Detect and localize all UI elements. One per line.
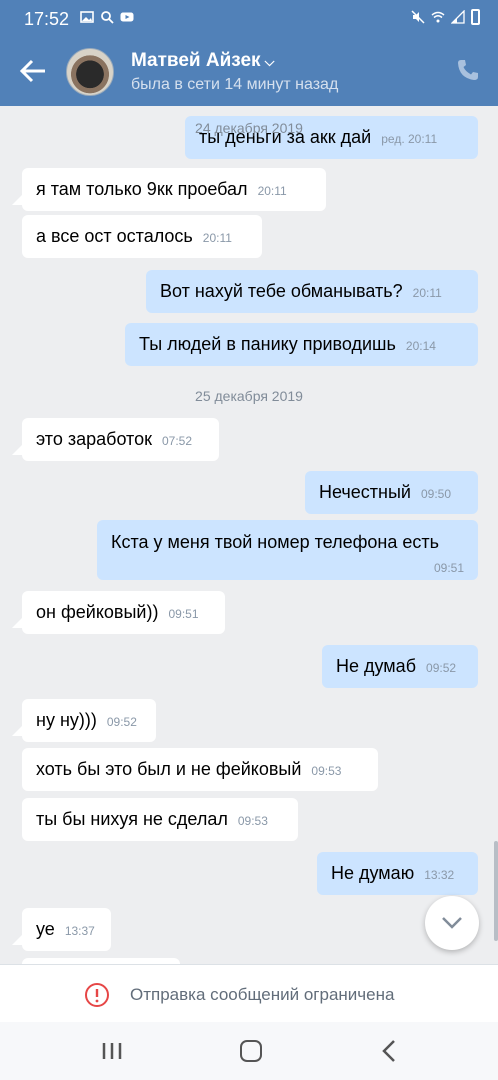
system-nav-bar [0,1022,498,1080]
last-seen: была в сети 14 минут назад [131,76,339,93]
avatar[interactable] [66,48,114,96]
message-bubble-out[interactable]: Не думаб 09:52 [322,645,478,688]
message-time: 09:52 [106,715,137,729]
message-text: Кста у меня твой номер телефона есть [111,532,440,552]
message-bubble-in[interactable]: я там только 9кк проебал 20:11 [22,168,326,211]
wifi-icon [431,11,445,23]
message-time: 09:51 [168,607,199,621]
message-text: Нечестный [319,482,411,502]
message-text: уе [36,919,55,939]
message-time: 09:53 [237,814,268,828]
message-text: это заработок [36,429,152,449]
message-text: хоть бы это был и не фейковый [36,759,302,779]
recent-apps-icon[interactable] [101,1041,123,1061]
message-bubble-out[interactable]: Нечестный 09:50 [305,471,478,514]
nav-back-icon[interactable] [380,1039,400,1063]
home-icon[interactable] [240,1040,262,1062]
message-time: 09:52 [426,661,457,675]
message-text: я там только 9кк проебал [36,179,248,199]
back-arrow-icon[interactable] [18,58,48,84]
scroll-down-button[interactable] [425,896,479,950]
message-bubble-in[interactable]: а все ост осталось 20:11 [22,215,262,258]
phone-icon[interactable] [456,58,480,82]
message-time: 13:37 [64,924,95,938]
message-time: 20:11 [412,286,442,300]
message-text: ты бы нихуя не сделал [36,809,228,829]
message-time: 20:11 [202,231,232,245]
chevron-down-icon: ⌵ [264,54,275,69]
message-time: 09:53 [311,764,342,778]
message-bubble-in[interactable]: он фейковый)) 09:51 [22,591,225,634]
message-bubble-in[interactable]: ну ну))) 09:52 [22,699,156,742]
message-time: 20:14 [405,339,436,353]
composer-restricted: Отправка сообщений ограничена [0,964,498,1022]
message-bubble-in[interactable]: хоть бы это был и не фейковый 09:53 [22,748,378,791]
message-text: а все ост осталось [36,226,193,246]
message-bubble-out[interactable]: Ты людей в панику приводишь 20:14 [125,323,478,366]
message-text: ну ну))) [36,710,97,730]
message-text: Вот нахуй тебе обманывать? [160,281,403,301]
message-text: Ты людей в панику приводишь [139,334,396,354]
message-bubble-in[interactable]: уе 13:37 [22,908,111,951]
message-time: 13:32 [424,868,455,882]
date-separator: 25 декабря 2019 [195,388,303,404]
message-time: 07:52 [161,434,193,448]
search-icon [101,11,114,24]
status-bar: 17:52 [0,0,498,36]
message-bubble-out[interactable]: Кста у меня твой номер телефона есть 09:… [97,520,478,580]
message-list[interactable]: ты деньги за акк дай ред. 20:11 24 декабр… [0,106,498,964]
date-separator: 24 декабря 2019 [195,120,303,136]
message-time: 09:51 [433,561,464,575]
status-time: 17:52 [24,9,70,29]
message-time: 20:11 [257,184,287,198]
warning-circle-icon [85,983,109,1007]
contact-name: Матвей Айзек [131,50,261,71]
message-time: 09:50 [420,487,452,501]
message-bubble-in[interactable]: ты бы нихуя не сделал 09:53 [22,798,298,841]
battery-icon [471,9,480,25]
message-text: Не думаб [336,656,417,676]
mute-icon [411,10,425,24]
message-text: Не думаю [331,863,415,883]
youtube-icon [120,12,134,22]
image-icon [80,11,94,23]
chevron-down-icon [442,917,462,929]
contact-name-row[interactable]: Матвей Айзек ⌵ [131,50,274,72]
restricted-message: Отправка сообщений ограничена [130,985,395,1004]
message-bubble-out[interactable]: Не думаю 13:32 [317,852,478,895]
scrollbar[interactable] [494,841,498,941]
message-bubble-in[interactable]: это заработок 07:52 [22,418,219,461]
message-bubble-out[interactable]: Вот нахуй тебе обманывать? 20:11 [146,270,478,313]
message-text: он фейковый)) [36,602,159,622]
signal-icon [451,10,465,24]
app-header: 17:52 Матвей Айзек ⌵ была в сети 14 минут… [0,0,498,106]
